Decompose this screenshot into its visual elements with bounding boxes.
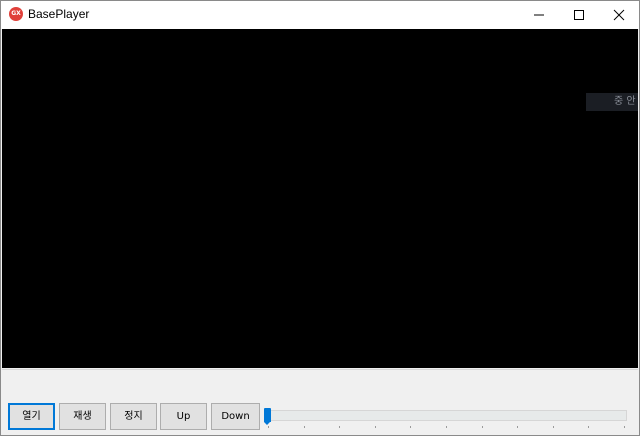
window-title: BasePlayer — [28, 7, 90, 21]
close-button[interactable] — [599, 1, 639, 29]
slider-tick — [481, 426, 483, 428]
slider-tick — [624, 426, 625, 428]
open-button[interactable]: 열기 — [8, 403, 55, 430]
play-button[interactable]: 재생 — [59, 403, 106, 430]
video-overlay-text: 중 안 — [586, 93, 638, 111]
stop-button[interactable]: 정지 — [110, 403, 157, 430]
slider-tick — [303, 426, 305, 428]
slider-thumb[interactable] — [264, 408, 271, 425]
slider-tick — [268, 426, 269, 428]
minimize-icon — [534, 14, 544, 16]
slider-tick — [410, 426, 412, 428]
maximize-button[interactable] — [559, 1, 599, 29]
slider-tick — [517, 426, 519, 428]
slider-track[interactable] — [265, 410, 627, 421]
slider-tick — [588, 426, 590, 428]
slider-tick — [339, 426, 341, 428]
slider-tick — [552, 426, 554, 428]
seek-slider[interactable] — [261, 406, 631, 432]
slider-tick — [446, 426, 447, 428]
control-panel: 열기 재생 정지 Up Down — [2, 369, 638, 435]
slider-tick — [374, 426, 376, 428]
down-button[interactable]: Down — [211, 403, 260, 430]
close-icon — [613, 9, 625, 21]
app-icon: GX — [9, 7, 23, 21]
maximize-icon — [574, 10, 584, 20]
app-window: GX BasePlayer 중 안 열기 재생 정지 Up Down — [0, 0, 640, 436]
minimize-button[interactable] — [519, 1, 559, 29]
video-display[interactable]: 중 안 — [2, 29, 638, 368]
up-button[interactable]: Up — [160, 403, 207, 430]
title-bar[interactable]: GX BasePlayer — [1, 1, 639, 29]
